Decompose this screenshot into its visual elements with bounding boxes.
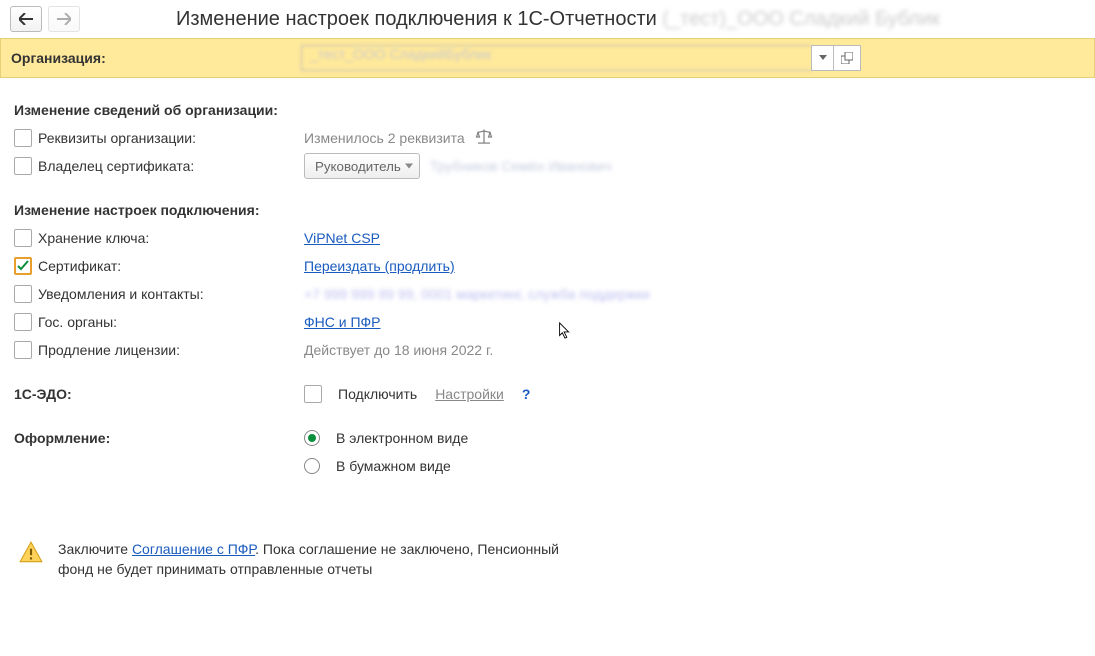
section-connection-heading: Изменение настроек подключения: xyxy=(14,202,1085,218)
certificate-label: Сертификат: xyxy=(38,258,121,274)
key-store-label: Хранение ключа: xyxy=(38,230,149,246)
gov-checkbox[interactable] xyxy=(14,313,32,331)
title-main: Изменение настроек подключения к 1С-Отче… xyxy=(176,8,657,30)
organization-input[interactable]: _тест_ООО СладкийБублик xyxy=(301,45,811,71)
edo-connect-checkbox[interactable] xyxy=(304,385,322,403)
gov-link[interactable]: ФНС и ПФР xyxy=(304,314,381,330)
forward-button[interactable] xyxy=(48,6,80,32)
organization-dropdown-button[interactable] xyxy=(811,45,833,71)
owner-dropdown[interactable]: Руководитель xyxy=(304,153,420,179)
notifications-checkbox[interactable] xyxy=(14,285,32,303)
format-row-1: Оформление: В электронном виде xyxy=(14,424,1085,452)
warning-pre: Заключите xyxy=(58,541,132,557)
edo-connect-label: Подключить xyxy=(338,386,417,402)
notifications-blur: +7 999 999 99 99, 0001 маркетинг, служба… xyxy=(304,286,650,302)
title-org-blur: (_тест)_ООО Сладкий Бублик xyxy=(662,8,940,30)
format-electronic-radio[interactable] xyxy=(304,430,320,446)
format-row-2: В бумажном виде xyxy=(14,452,1085,480)
license-status: Действует до 18 июня 2022 г. xyxy=(304,342,493,358)
page-title: Изменение настроек подключения к 1С-Отче… xyxy=(176,8,940,31)
balance-icon xyxy=(475,128,493,149)
toolbar: Изменение настроек подключения к 1С-Отче… xyxy=(0,0,1095,38)
warning-box: Заключите Соглашение с ПФР. Пока соглаше… xyxy=(14,540,1085,579)
edo-label: 1С-ЭДО: xyxy=(14,386,304,402)
owner-label: Владелец сертификата: xyxy=(38,158,194,174)
license-label: Продление лицензии: xyxy=(38,342,180,358)
warning-icon xyxy=(18,540,44,569)
requisites-label: Реквизиты организации: xyxy=(38,130,196,146)
requisites-checkbox[interactable] xyxy=(14,129,32,147)
organization-open-button[interactable] xyxy=(833,45,861,71)
key-store-link[interactable]: ViPNet CSP xyxy=(304,230,380,246)
notifications-row: Уведомления и контакты: +7 999 999 99 99… xyxy=(14,280,1085,308)
owner-checkbox[interactable] xyxy=(14,157,32,175)
key-store-row: Хранение ключа: ViPNet CSP xyxy=(14,224,1085,252)
certificate-row: Сертификат: Переиздать (продлить) xyxy=(14,252,1085,280)
cursor-icon xyxy=(558,322,572,343)
edo-help-icon[interactable]: ? xyxy=(522,386,531,402)
gov-label: Гос. органы: xyxy=(38,314,117,330)
certificate-checkbox[interactable] xyxy=(14,257,32,275)
warning-link[interactable]: Соглашение с ПФР xyxy=(132,541,255,557)
format-paper-label: В бумажном виде xyxy=(336,458,451,474)
edo-settings-link[interactable]: Настройки xyxy=(435,386,504,402)
notifications-label: Уведомления и контакты: xyxy=(38,286,204,302)
license-row: Продление лицензии: Действует до 18 июня… xyxy=(14,336,1085,364)
owner-name-blur: Трубников Семён Иванович xyxy=(430,158,612,174)
format-paper-radio[interactable] xyxy=(304,458,320,474)
format-electronic-label: В электронном виде xyxy=(336,430,468,446)
certificate-link[interactable]: Переиздать (продлить) xyxy=(304,258,455,274)
format-label: Оформление: xyxy=(14,430,304,446)
warning-text: Заключите Соглашение с ПФР. Пока соглаше… xyxy=(58,540,578,579)
requisites-row: Реквизиты организации: Изменилось 2 рекв… xyxy=(14,124,1085,152)
key-store-checkbox[interactable] xyxy=(14,229,32,247)
gov-row: Гос. органы: ФНС и ПФР xyxy=(14,308,1085,336)
edo-row: 1С-ЭДО: Подключить Настройки ? xyxy=(14,380,1085,408)
license-checkbox[interactable] xyxy=(14,341,32,359)
organization-bar: Организация: _тест_ООО СладкийБублик xyxy=(0,38,1095,78)
organization-field: _тест_ООО СладкийБублик xyxy=(301,45,861,71)
owner-row: Владелец сертификата: Руководитель Трубн… xyxy=(14,152,1085,180)
back-button[interactable] xyxy=(10,6,42,32)
requisites-status: Изменилось 2 реквизита xyxy=(304,130,465,146)
section-organization-heading: Изменение сведений об организации: xyxy=(14,102,1085,118)
organization-label: Организация: xyxy=(11,50,301,66)
